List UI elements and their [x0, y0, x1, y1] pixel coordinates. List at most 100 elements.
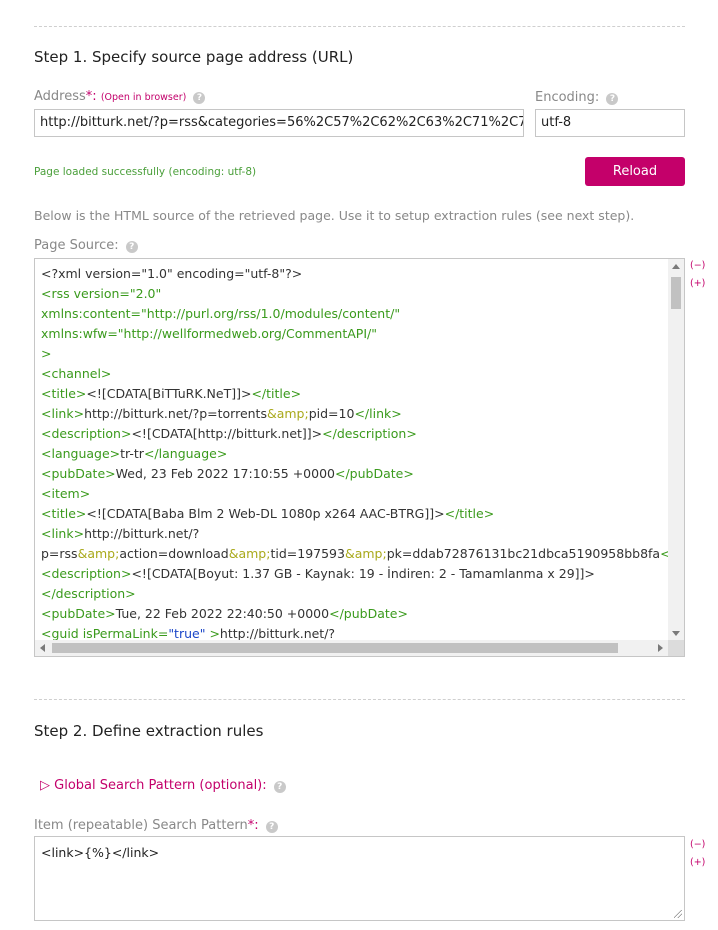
- source-token: xmlns:wfw="http://wellformedweb.org/Comm…: [41, 326, 377, 341]
- source-token: tr-tr: [120, 446, 144, 461]
- source-token: <![CDATA[http://bitturk.net]]>: [131, 426, 323, 441]
- help-icon[interactable]: ?: [606, 93, 619, 105]
- step1-title: Step 1. Specify source page address (URL…: [34, 48, 354, 66]
- help-icon[interactable]: ?: [125, 241, 138, 253]
- source-token: <![CDATA[Baba Blm 2 Web-DL 1080p x264 AA…: [86, 506, 445, 521]
- scroll-down-arrow-icon[interactable]: [672, 631, 680, 636]
- source-token: <link>: [41, 526, 85, 541]
- source-token: </link>: [354, 406, 402, 421]
- source-token: <guid isPermaLink=: [41, 626, 169, 641]
- source-line: <?xml version="1.0" encoding="utf-8"?>: [41, 264, 669, 284]
- page-source-textarea[interactable]: <?xml version="1.0" encoding="utf-8"?> <r…: [34, 258, 685, 657]
- source-token: pid=10: [308, 406, 355, 421]
- source-line: >: [41, 344, 669, 364]
- source-token: tid=197593: [270, 546, 345, 561]
- resize-grip-icon[interactable]: [674, 910, 682, 918]
- pattern-collapse-control[interactable]: (−): [690, 839, 705, 850]
- source-token: </description>: [322, 426, 417, 441]
- source-token: http://bitturk.net/?: [84, 526, 200, 541]
- item-pattern-textarea[interactable]: <link>{%}</link>: [34, 836, 685, 921]
- source-token: </pubDate>: [329, 606, 408, 621]
- source-token: p=rss: [41, 546, 78, 561]
- source-line: </description>: [41, 584, 669, 604]
- source-token: </title>: [444, 506, 495, 521]
- pattern-expand-control[interactable]: (+): [690, 857, 705, 868]
- source-token: <link>: [41, 406, 85, 421]
- source-line: <title><![CDATA[BiTTuRK.NeT]]></title>: [41, 384, 669, 404]
- open-in-browser-link[interactable]: (Open in browser): [101, 92, 187, 103]
- source-token: &amp;: [344, 546, 387, 561]
- source-token: &amp;: [228, 546, 271, 561]
- source-line: <pubDate>Wed, 23 Feb 2022 17:10:55 +0000…: [41, 464, 669, 484]
- scroll-left-arrow-icon[interactable]: [40, 644, 45, 652]
- source-line: xmlns:wfw="http://wellformedweb.org/Comm…: [41, 324, 669, 344]
- item-pattern-value: <link>{%}</link>: [41, 845, 160, 860]
- divider-top: [34, 26, 685, 27]
- address-label: Address*: (Open in browser) ?: [34, 89, 206, 104]
- reload-button[interactable]: Reload: [585, 157, 685, 186]
- source-token: <![CDATA[BiTTuRK.NeT]]>: [86, 386, 252, 401]
- help-icon[interactable]: ?: [193, 92, 206, 104]
- source-token: action=download: [119, 546, 229, 561]
- vertical-scrollbar[interactable]: [668, 259, 684, 641]
- source-token: &amp;: [77, 546, 120, 561]
- source-token: <language>: [41, 446, 121, 461]
- source-token: </title>: [251, 386, 302, 401]
- horizontal-scrollbar[interactable]: [35, 640, 668, 656]
- item-pattern-label-text: Item (repeatable) Search Pattern: [34, 818, 248, 833]
- scrollbar-corner: [668, 640, 684, 656]
- divider-middle: [34, 699, 685, 700]
- source-token: "true": [168, 626, 206, 641]
- scroll-up-arrow-icon[interactable]: [672, 264, 680, 269]
- source-token: http://bitturk.net/?: [219, 626, 336, 641]
- source-line: <channel>: [41, 364, 669, 384]
- source-token: >: [205, 626, 220, 641]
- source-description: Below is the HTML source of the retrieve…: [34, 208, 635, 223]
- source-token: <description>: [41, 566, 132, 581]
- source-line: <title><![CDATA[Baba Blm 2 Web-DL 1080p …: [41, 504, 669, 524]
- page-source-label: Page Source: ?: [34, 238, 138, 253]
- step2-title: Step 2. Define extraction rules: [34, 722, 264, 740]
- source-token: &amp;: [266, 406, 309, 421]
- source-token: </pubDate>: [335, 466, 414, 481]
- load-status-text: Page loaded successfully (encoding: utf-…: [34, 166, 257, 178]
- source-line: p=rss&amp;action=download&amp;tid=197593…: [41, 544, 669, 564]
- source-token: Tue, 22 Feb 2022 22:40:50 +0000: [115, 606, 330, 621]
- source-collapse-control[interactable]: (−): [690, 260, 705, 271]
- source-token: http://bitturk.net/?p=torrents: [84, 406, 267, 421]
- scroll-right-arrow-icon[interactable]: [658, 644, 663, 652]
- page-source-label-text: Page Source:: [34, 238, 119, 253]
- source-token: <title>: [41, 386, 87, 401]
- help-icon[interactable]: ?: [273, 781, 286, 793]
- source-token: >: [41, 346, 52, 361]
- source-token: </description>: [41, 586, 136, 601]
- vertical-scroll-thumb[interactable]: [671, 277, 681, 309]
- item-pattern-required-mark: *:: [247, 818, 259, 833]
- horizontal-scroll-thumb[interactable]: [52, 643, 618, 653]
- source-token: <description>: [41, 426, 132, 441]
- source-token: <item>: [41, 486, 91, 501]
- source-line: <link>http://bitturk.net/?p=torrents&amp…: [41, 404, 669, 424]
- address-required-mark: *:: [85, 89, 97, 104]
- source-token: <channel>: [41, 366, 112, 381]
- global-search-pattern-toggle[interactable]: ▷ Global Search Pattern (optional): ?: [40, 778, 286, 793]
- encoding-label-text: Encoding:: [535, 90, 600, 105]
- source-token: <pubDate>: [41, 466, 116, 481]
- source-line: xmlns:content="http://purl.org/rss/1.0/m…: [41, 304, 669, 324]
- source-token: <rss version="2.0": [41, 286, 162, 301]
- help-icon[interactable]: ?: [265, 821, 278, 833]
- page-source-content: <?xml version="1.0" encoding="utf-8"?> <r…: [41, 264, 669, 644]
- source-line: <rss version="2.0": [41, 284, 669, 304]
- source-token: <![CDATA[Boyut: 1.37 GB - Kaynak: 19 - İ…: [131, 566, 595, 581]
- address-input[interactable]: http://bitturk.net/?p=rss&categories=56%…: [34, 109, 524, 137]
- item-pattern-label: Item (repeatable) Search Pattern*: ?: [34, 818, 278, 833]
- source-line: <description><![CDATA[http://bitturk.net…: [41, 424, 669, 444]
- source-line: <description><![CDATA[Boyut: 1.37 GB - K…: [41, 564, 669, 584]
- source-token: pk=ddab72876131bc21dbca5190958bb8fa: [386, 546, 661, 561]
- source-token: <title>: [41, 506, 87, 521]
- source-expand-control[interactable]: (+): [690, 278, 705, 289]
- source-token: </language>: [143, 446, 228, 461]
- address-label-text: Address: [34, 89, 86, 104]
- encoding-input[interactable]: utf-8: [535, 109, 685, 137]
- source-token: <?xml version="1.0" encoding="utf-8"?>: [41, 266, 303, 281]
